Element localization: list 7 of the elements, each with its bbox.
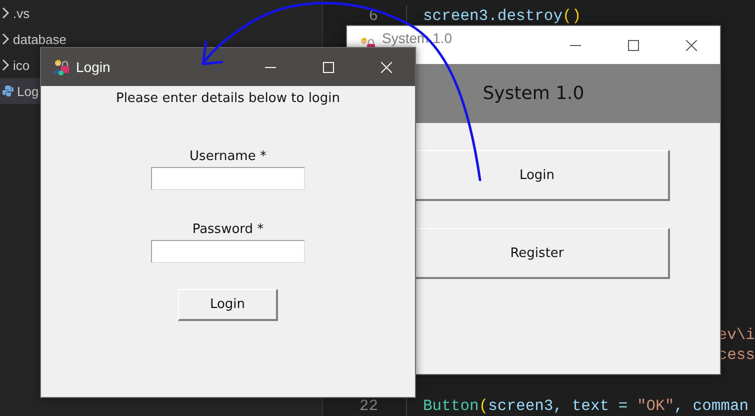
window-title: Login bbox=[76, 59, 112, 75]
code-line: screen3.destroy() bbox=[422, 6, 582, 24]
window-title: System 1.0 bbox=[382, 30, 454, 46]
field-label: Password * bbox=[192, 222, 264, 237]
field-label: Username * bbox=[190, 149, 266, 164]
instruction-text: Please enter details below to login bbox=[116, 91, 340, 108]
code-line: Button(screen3, text = "OK", comman bbox=[422, 397, 749, 415]
